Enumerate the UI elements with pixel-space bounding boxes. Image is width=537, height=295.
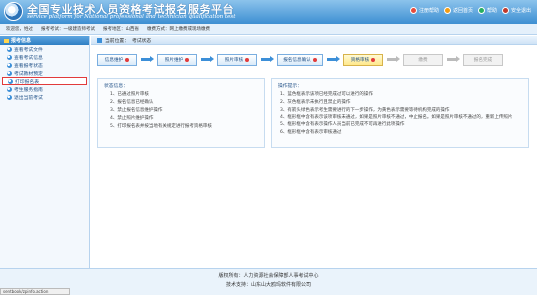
sidebar-item-label: 考试教材预定 bbox=[14, 71, 43, 77]
progress-steps: 信息维护 照片维护 照片审核 报名信息确认 资格审核 缴费 报名完成 bbox=[97, 54, 529, 66]
sidebar-item-label: 考生服务指南 bbox=[14, 87, 43, 93]
step-label: 资格审核 bbox=[350, 58, 370, 63]
sidebar-item-exit-exam[interactable]: 退出当前考试 bbox=[0, 93, 89, 101]
sidebar-item-print-form[interactable]: 打印报名表 bbox=[2, 77, 87, 85]
home-icon bbox=[443, 7, 451, 14]
breadcrumb-prefix: 当前位置： bbox=[105, 38, 129, 44]
question-icon bbox=[477, 7, 485, 14]
bullet-icon bbox=[7, 54, 12, 60]
breadcrumb-current: 考试状态 bbox=[132, 38, 152, 44]
bullet-icon bbox=[7, 70, 12, 76]
bullet-icon bbox=[8, 78, 13, 84]
sidebar-item-label: 退出当前考试 bbox=[14, 95, 43, 101]
sidebar: 报考信息 查看考试文件 查看考试信息 查看报考状态 考试教材预定 打印报名表 考… bbox=[0, 36, 90, 268]
exit-icon bbox=[501, 7, 509, 14]
sidebar-heading-label: 报考信息 bbox=[11, 38, 32, 44]
step-label: 缴费 bbox=[418, 58, 428, 63]
header: 全国专业技术人员资格考试报名服务平台 service platform for … bbox=[0, 0, 537, 24]
sidebar-item-label: 查看考试信息 bbox=[14, 55, 43, 61]
main-content: 当前位置： 考试状态 信息维护 照片维护 照片审核 报名信息确认 资格审核 缴费… bbox=[91, 36, 537, 268]
step-confirm-info[interactable]: 报名信息确认 bbox=[277, 54, 323, 66]
arrow-right-icon bbox=[141, 56, 154, 62]
exam-text: 报考考试：一级建造师考试 bbox=[41, 27, 95, 32]
list-item: 6、框形框中含有表示审核通过 bbox=[280, 130, 342, 135]
step-photo-maintain[interactable]: 照片维护 bbox=[157, 54, 197, 66]
step-payment: 缴费 bbox=[403, 54, 443, 66]
help-icon bbox=[409, 7, 417, 14]
sidebar-item-label: 打印报名表 bbox=[15, 79, 39, 85]
status-dot-icon bbox=[312, 58, 317, 62]
list-item: 5、打印报名表并按当地有关规定进行报考资格审核 bbox=[110, 124, 212, 129]
status-dot-icon bbox=[371, 58, 376, 62]
list-item: 3、有箭头绿色表示考生需要进行的下一步操作，为黄色表示需要等待机构完成的操作 bbox=[280, 108, 450, 113]
sidebar-item-label: 查看考试文件 bbox=[14, 47, 43, 53]
bullet-icon bbox=[7, 86, 12, 92]
status-info-panel: 状态信息： 1、已通过照片审核 2、报名信息已经确认 3、禁止报名信息维护操作 … bbox=[97, 78, 265, 148]
list-item: 2、灰色框表示未执行且禁止的操作 bbox=[280, 100, 351, 105]
footer: 版权所有：人力资源社会保障部人事考试中心 技术支持：山东山大鸥玛软件有限公司 bbox=[0, 268, 537, 295]
step-qualification-review[interactable]: 资格审核 bbox=[343, 54, 383, 66]
bullet-icon bbox=[7, 46, 12, 52]
header-links: 注册帮助 返回首页 帮助 安全退出 bbox=[409, 7, 531, 14]
step-label: 照片审核 bbox=[224, 58, 244, 63]
arrow-right-icon bbox=[327, 56, 340, 62]
sidebar-item-exam-info[interactable]: 查看考试信息 bbox=[0, 53, 89, 61]
breadcrumb: 当前位置： 考试状态 bbox=[91, 36, 537, 45]
sidebar-item-service-guide[interactable]: 考生服务指南 bbox=[0, 85, 89, 93]
step-registration-complete: 报名完成 bbox=[463, 54, 503, 66]
location-icon bbox=[97, 37, 102, 43]
status-dot-icon bbox=[185, 58, 190, 62]
operation-hint-panel: 操作提示： 1、蓝色框表示该项已经完成过可以进行的操作 2、灰色框表示未执行且禁… bbox=[271, 78, 529, 148]
sidebar-item-label: 查看报考状态 bbox=[14, 63, 43, 69]
list-item: 1、蓝色框表示该项已经完成过可以进行的操作 bbox=[280, 92, 373, 97]
step-label: 报名信息确认 bbox=[283, 58, 311, 63]
logout-link[interactable]: 安全退出 bbox=[501, 7, 531, 14]
site-subtitle: service platform for National profession… bbox=[27, 14, 236, 20]
help-register-label: 注册帮助 bbox=[418, 8, 439, 14]
arrow-right-icon bbox=[387, 56, 400, 62]
status-panel-title: 状态信息： bbox=[104, 84, 128, 89]
arrow-right-icon bbox=[201, 56, 214, 62]
bullet-icon bbox=[7, 94, 12, 100]
hint-list: 1、蓝色框表示该项已经完成过可以进行的操作 2、灰色框表示未执行且禁止的操作 3… bbox=[272, 91, 528, 137]
folder-icon bbox=[4, 38, 9, 43]
hint-panel-title: 操作提示： bbox=[278, 84, 302, 89]
return-home-label: 返回首页 bbox=[452, 8, 473, 14]
sidebar-item-exam-files[interactable]: 查看考试文件 bbox=[0, 45, 89, 53]
sidebar-item-textbook-order[interactable]: 考试教材预定 bbox=[0, 69, 89, 77]
arrow-right-icon bbox=[447, 56, 460, 62]
list-item: 2、报名信息已经确认 bbox=[110, 100, 154, 105]
status-dot-icon bbox=[125, 58, 130, 62]
step-info-maintain[interactable]: 信息维护 bbox=[97, 54, 137, 66]
help-register-link[interactable]: 注册帮助 bbox=[409, 7, 439, 14]
sidebar-heading[interactable]: 报考信息 bbox=[0, 36, 89, 45]
help-link[interactable]: 帮助 bbox=[477, 7, 497, 14]
status-list: 1、已通过照片审核 2、报名信息已经确认 3、禁止报名信息维护操作 4、禁止照片… bbox=[98, 91, 264, 131]
step-photo-review[interactable]: 照片审核 bbox=[217, 54, 257, 66]
welcome-text: 欢迎您，姓过 bbox=[6, 27, 33, 32]
list-item: 1、已通过照片审核 bbox=[110, 92, 149, 97]
step-label: 照片维护 bbox=[164, 58, 184, 63]
status-dot-icon bbox=[245, 58, 250, 62]
region-text: 报考地区：山西省 bbox=[103, 27, 139, 32]
list-item: 3、禁止报名信息维护操作 bbox=[110, 108, 163, 113]
payment-method-text: 缴费方式：网上缴费或现场缴费 bbox=[147, 27, 210, 32]
browser-status-bar: sentbook/zpinfo.action bbox=[0, 288, 70, 295]
step-label: 信息维护 bbox=[104, 58, 124, 63]
copyright-text: 版权所有：人力资源社会保障部人事考试中心 bbox=[218, 273, 319, 279]
arrow-right-icon bbox=[261, 56, 274, 62]
site-logo bbox=[4, 2, 23, 21]
list-item: 5、框形框中含有表示操作人员当前已完成不可再进行此项操作 bbox=[280, 122, 405, 127]
help-label: 帮助 bbox=[486, 8, 497, 14]
step-label: 报名完成 bbox=[473, 58, 493, 63]
list-item: 4、框形框中含有表示该项审核未通过，如果是照片审核不通过，中止报名。如果是照片审… bbox=[280, 115, 513, 120]
bullet-icon bbox=[7, 62, 12, 68]
list-item: 4、禁止照片维护操作 bbox=[110, 116, 154, 121]
return-home-link[interactable]: 返回首页 bbox=[443, 7, 473, 14]
user-info-bar: 欢迎您，姓过 报考考试：一级建造师考试 报考地区：山西省 缴费方式：网上缴费或现… bbox=[0, 24, 537, 35]
sidebar-item-exam-status[interactable]: 查看报考状态 bbox=[0, 61, 89, 69]
tech-support-text: 技术支持：山东山大鸥玛软件有限公司 bbox=[225, 282, 311, 288]
logout-label: 安全退出 bbox=[510, 8, 531, 14]
